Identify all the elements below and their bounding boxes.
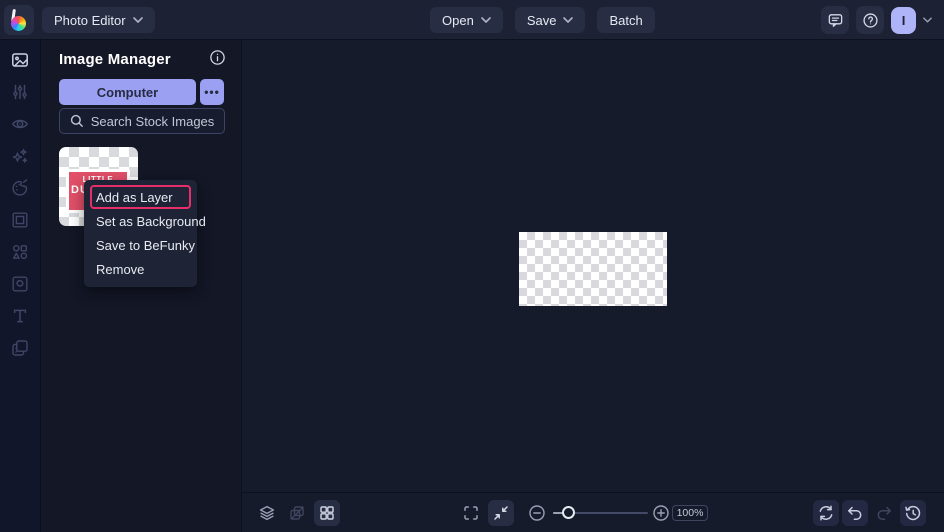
menu-item-label: Add as Layer [96, 190, 173, 205]
menu-item-remove[interactable]: Remove [84, 257, 197, 281]
rail-item-image-manager[interactable] [7, 47, 33, 73]
frame-icon [11, 211, 29, 229]
save-label: Save [527, 13, 557, 28]
ellipsis-icon: ••• [204, 85, 220, 99]
befunky-logo[interactable] [4, 5, 34, 35]
fit-screen-icon [492, 504, 510, 522]
more-sources-button[interactable]: ••• [200, 79, 224, 105]
batch-button[interactable]: Batch [597, 7, 654, 33]
rail-item-graphics[interactable] [7, 239, 33, 265]
search-placeholder: Search Stock Images [91, 114, 215, 129]
eye-icon [11, 115, 29, 133]
app-switcher-label: Photo Editor [54, 13, 126, 28]
fullscreen-icon [462, 504, 480, 522]
rail-item-overlays[interactable] [7, 335, 33, 361]
rail-item-text[interactable] [7, 303, 33, 329]
chevron-down-icon [481, 17, 491, 23]
avatar-initial: I [902, 13, 906, 28]
view-tools-group [458, 500, 514, 526]
menu-item-set-as-background[interactable]: Set as Background [84, 209, 197, 233]
image-manager-panel: Image Manager Computer ••• Search Stock … [41, 40, 242, 532]
computer-upload-button[interactable]: Computer [59, 79, 196, 105]
redo-button[interactable] [871, 500, 897, 526]
avatar[interactable]: I [891, 7, 916, 34]
rail-item-touchup[interactable] [7, 143, 33, 169]
chevron-down-icon [133, 17, 143, 23]
app-switcher-button[interactable]: Photo Editor [42, 7, 155, 33]
fit-screen-button[interactable] [488, 500, 514, 526]
overlays-icon [11, 339, 29, 357]
panel-title: Image Manager [59, 51, 171, 68]
reset-button[interactable] [813, 500, 839, 526]
computer-label: Computer [97, 85, 158, 100]
zoom-out-icon [528, 504, 546, 522]
rail-item-adjustments[interactable] [7, 79, 33, 105]
redo-icon [875, 504, 893, 522]
canvas-area[interactable] [242, 40, 944, 492]
zoom-in-button[interactable] [648, 500, 674, 526]
duplicate-button[interactable] [284, 500, 310, 526]
reset-icon [817, 504, 835, 522]
bottom-toolbar: 100% [242, 492, 944, 532]
menu-item-label: Save to BeFunky [96, 238, 195, 253]
palette-icon [11, 179, 29, 197]
info-button[interactable] [209, 49, 226, 66]
text-icon [11, 307, 29, 325]
thumbnail-context-menu: Add as Layer Set as Background Save to B… [84, 180, 197, 287]
undo-button[interactable] [842, 500, 868, 526]
fullscreen-button[interactable] [458, 500, 484, 526]
tool-rail [0, 40, 41, 532]
magnifier-icon [70, 114, 84, 128]
feedback-button[interactable] [821, 6, 849, 34]
help-question-icon [862, 12, 879, 29]
grid-icon [318, 504, 336, 522]
texture-icon [11, 275, 29, 293]
search-stock-input[interactable]: Search Stock Images [59, 108, 225, 134]
zoom-level-badge[interactable]: 100% [672, 505, 708, 521]
help-button[interactable] [856, 6, 884, 34]
menu-item-label: Set as Background [96, 214, 206, 229]
chevron-down-icon [563, 17, 573, 23]
open-button[interactable]: Open [430, 7, 503, 33]
undo-icon [846, 504, 864, 522]
rail-item-effects[interactable] [7, 111, 33, 137]
zoom-out-button[interactable] [524, 500, 550, 526]
sparkles-icon [11, 147, 29, 165]
befunky-logo-icon [11, 9, 28, 31]
shapes-icon [11, 243, 29, 261]
layers-icon [258, 504, 276, 522]
zoom-level-value: 100% [677, 507, 704, 519]
menu-item-add-as-layer[interactable]: Add as Layer [84, 185, 197, 209]
info-circle-icon [209, 49, 226, 66]
zoom-in-icon [652, 504, 670, 522]
top-bar: Photo Editor Open Save Batch I [0, 0, 944, 40]
zoom-slider-knob[interactable] [562, 506, 575, 519]
rail-item-frames[interactable] [7, 207, 33, 233]
account-area: I [821, 6, 932, 34]
zoom-slider[interactable] [553, 512, 648, 514]
batch-label: Batch [609, 13, 642, 28]
menu-item-label: Remove [96, 262, 144, 277]
image-manager-toggle-button[interactable] [314, 500, 340, 526]
open-label: Open [442, 13, 474, 28]
rail-item-textures[interactable] [7, 271, 33, 297]
account-chevron-down-icon[interactable] [923, 17, 932, 23]
layers-button[interactable] [254, 500, 280, 526]
feedback-bubble-icon [827, 12, 844, 29]
transparent-artboard[interactable] [519, 232, 667, 306]
layer-tools-group [254, 500, 340, 526]
image-manager-icon [11, 51, 29, 69]
menu-item-save-to-befunky[interactable]: Save to BeFunky [84, 233, 197, 257]
adjustments-icon [11, 83, 29, 101]
rail-item-artsy[interactable] [7, 175, 33, 201]
history-button[interactable] [900, 500, 926, 526]
duplicate-slash-icon [288, 504, 306, 522]
history-icon [904, 504, 922, 522]
save-button[interactable]: Save [515, 7, 586, 33]
file-actions: Open Save Batch [430, 7, 655, 33]
history-tools-group [813, 500, 926, 526]
